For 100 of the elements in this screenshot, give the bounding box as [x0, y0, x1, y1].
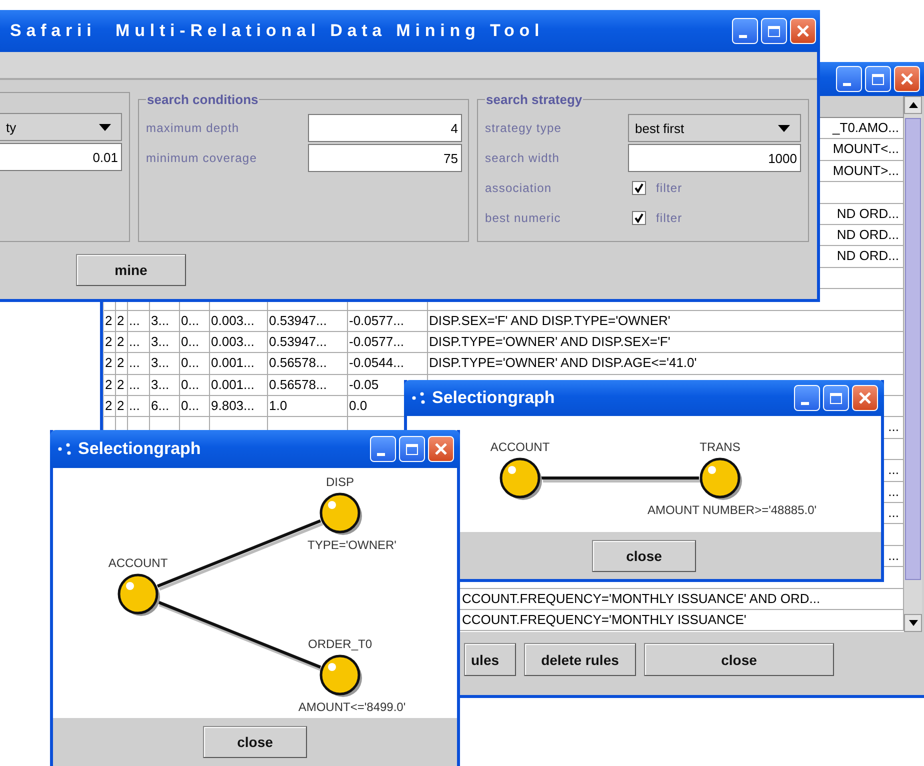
- close-button[interactable]: [790, 18, 816, 44]
- window-title: Selectiongraph: [432, 388, 555, 408]
- minimize-button[interactable]: [836, 66, 862, 92]
- table-cell: 0.001...: [210, 374, 268, 396]
- caret-icon: [99, 124, 111, 130]
- graph-node[interactable]: [500, 458, 542, 500]
- table-cell: 2: [104, 353, 116, 375]
- table-cell: 0.53947...: [268, 332, 348, 354]
- table-cell: 0.001...: [210, 353, 268, 375]
- table-cell: 9.803...: [210, 396, 268, 418]
- maximize-button[interactable]: [823, 385, 849, 411]
- table-cell: ...: [128, 310, 150, 332]
- graph-icon: [58, 443, 72, 455]
- graph-node[interactable]: [320, 654, 362, 697]
- node-label: TRANS: [700, 440, 740, 454]
- input-field[interactable]: 4: [308, 114, 462, 142]
- minimize-button[interactable]: [370, 436, 396, 462]
- table-cell: ...: [128, 396, 150, 418]
- table-cell: 2: [116, 310, 128, 332]
- field-label: strategy type: [485, 121, 563, 135]
- scroll-up-button[interactable]: [904, 96, 922, 114]
- dropdown[interactable]: best first: [628, 114, 801, 142]
- field-label: best numeric: [485, 211, 562, 225]
- table-cell: 0...: [180, 310, 210, 332]
- close-icon: [858, 391, 872, 405]
- window-title: Selectiongraph: [78, 439, 201, 459]
- input-field[interactable]: 0.01: [0, 143, 122, 171]
- graph-icon: [412, 392, 426, 404]
- window-title: Safarii Multi-Relational Data Mining Tool: [10, 21, 544, 41]
- table-cell: 1.0: [268, 396, 348, 418]
- table-cell: 2: [116, 374, 128, 396]
- table-cell: -0.0544...: [348, 353, 428, 375]
- table-cell: 0...: [180, 374, 210, 396]
- table-cell: 0.53947...: [268, 310, 348, 332]
- table-cell: DISP.TYPE='OWNER' AND DISP.AGE<='41.0': [428, 353, 904, 375]
- condition-label: AMOUNT<='8499.0': [298, 700, 406, 714]
- condition-label: TYPE='OWNER': [308, 538, 396, 552]
- node-label: ACCOUNT: [490, 440, 550, 454]
- close-button[interactable]: close: [592, 540, 696, 572]
- rules-button[interactable]: close: [644, 643, 834, 676]
- input-field[interactable]: 75: [308, 144, 462, 172]
- maximize-button[interactable]: [761, 18, 787, 44]
- minimize-button[interactable]: [794, 385, 820, 411]
- minimize-button[interactable]: [732, 18, 758, 44]
- rules-button[interactable]: delete rules: [524, 643, 636, 676]
- field-label: association: [485, 181, 553, 195]
- node-label: ORDER_T0: [308, 637, 372, 651]
- condition-label: AMOUNT NUMBER>='48885.0': [647, 503, 817, 517]
- down-arrow-icon: [908, 620, 918, 626]
- table-cell: 3...: [150, 374, 180, 396]
- maximize-button[interactable]: [865, 66, 891, 92]
- scrollbar-thumb[interactable]: [905, 118, 921, 580]
- rules-button[interactable]: ules: [464, 643, 516, 676]
- table-cell: 2: [104, 310, 116, 332]
- table-cell: 2: [104, 332, 116, 354]
- table-cell: 0...: [180, 332, 210, 354]
- panel-title: search conditions: [146, 92, 260, 107]
- field-label: maximum depth: [146, 121, 240, 135]
- table-cell: ...: [128, 332, 150, 354]
- graph-node[interactable]: [118, 574, 160, 616]
- node-label: ACCOUNT: [108, 556, 168, 570]
- table-cell: 3...: [150, 332, 180, 354]
- input-field[interactable]: 1000: [628, 144, 801, 172]
- table-cell: 0.56578...: [268, 353, 348, 375]
- up-arrow-icon: [908, 102, 918, 108]
- table-cell: 2: [104, 374, 116, 396]
- graph-node[interactable]: [700, 458, 742, 500]
- close-button[interactable]: close: [203, 726, 307, 758]
- table-cell: DISP.TYPE='OWNER' AND DISP.SEX='F': [428, 332, 904, 354]
- table-cell: 0.56578...: [268, 374, 348, 396]
- checkbox[interactable]: [632, 181, 646, 195]
- scroll-down-button[interactable]: [904, 614, 922, 632]
- close-icon: [900, 72, 914, 86]
- mine-button[interactable]: mine: [76, 254, 186, 286]
- close-button[interactable]: [428, 436, 454, 462]
- node-label: DISP: [326, 475, 354, 489]
- close-icon: [434, 442, 448, 456]
- table-cell: 2: [116, 353, 128, 375]
- dropdown[interactable]: ty: [0, 113, 122, 141]
- checkbox-label: filter: [656, 181, 682, 195]
- close-button[interactable]: [852, 385, 878, 411]
- table-cell: 6...: [150, 396, 180, 418]
- table-cell: ...: [128, 353, 150, 375]
- table-cell: 3...: [150, 353, 180, 375]
- table-cell: 0.003...: [210, 332, 268, 354]
- table-cell: 2: [116, 332, 128, 354]
- field-label: minimum coverage: [146, 151, 258, 165]
- table-cell: DISP.SEX='F' AND DISP.TYPE='OWNER': [428, 310, 904, 332]
- table-cell: 0.003...: [210, 310, 268, 332]
- checkbox-label: filter: [656, 211, 682, 225]
- maximize-button[interactable]: [399, 436, 425, 462]
- checkbox[interactable]: [632, 211, 646, 225]
- table-cell: 0...: [180, 396, 210, 418]
- table-cell: 0...: [180, 353, 210, 375]
- table-cell: 2: [116, 396, 128, 418]
- graph-node[interactable]: [320, 492, 362, 535]
- table-cell: ...: [128, 374, 150, 396]
- table-cell: 3...: [150, 310, 180, 332]
- close-button[interactable]: [894, 66, 920, 92]
- close-icon: [796, 24, 810, 38]
